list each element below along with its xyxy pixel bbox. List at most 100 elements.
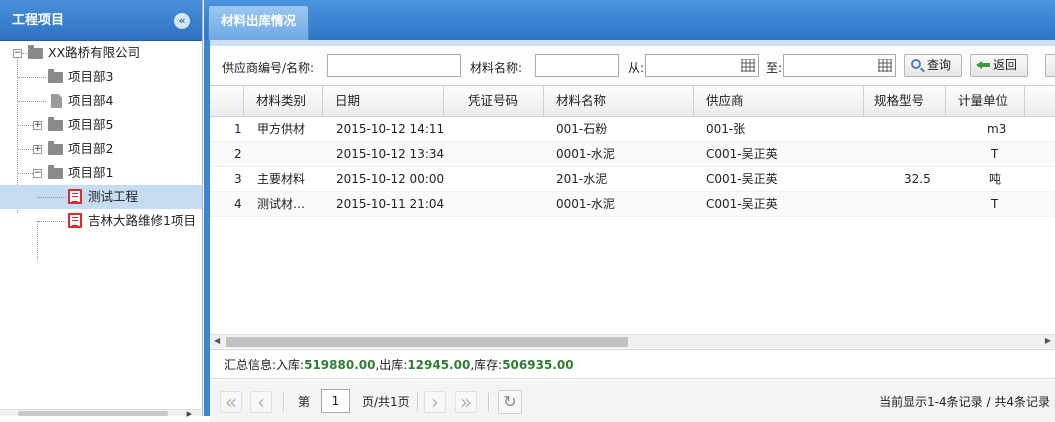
- prev-page-icon[interactable]: ‹: [250, 391, 272, 413]
- calendar-icon[interactable]: [878, 59, 892, 72]
- tree-node-label: 项目部5: [68, 117, 114, 132]
- outbound-grid: 材料类别 日期 凭证号码 材料名称 供应商 规格型号 计量单位 1 甲方供材 2…: [210, 86, 1055, 348]
- folder-icon: [48, 141, 63, 155]
- column-header-spec[interactable]: 规格型号: [864, 86, 946, 116]
- grid-horizontal-scrollbar[interactable]: ◀ ▶: [210, 334, 1055, 348]
- calendar-icon[interactable]: [741, 59, 755, 72]
- summary-prefix: 汇总信息:入库:: [224, 358, 305, 372]
- export-button[interactable]: [1045, 54, 1055, 77]
- date-to-input[interactable]: [783, 54, 896, 77]
- row-number: 2: [234, 147, 242, 161]
- row-number: 1: [234, 122, 242, 136]
- scrollbar-thumb[interactable]: [18, 411, 168, 416]
- tab-content: 供应商编号/名称: 材料名称: 从: 至: 查询 返回 材料类别 日期 凭证号码…: [210, 40, 1055, 422]
- project-tree: − XX路桥有限公司 项目部3 项目部4 + 项目部5 + 项目部2 − 项目部…: [0, 41, 202, 261]
- tree-node-dept1[interactable]: − 项目部1: [0, 161, 202, 185]
- back-button-label: 返回: [993, 58, 1018, 72]
- table-row[interactable]: 2 2015-10-12 13:34 0001-水泥 C001-吴正英 T: [210, 142, 1055, 167]
- search-button[interactable]: 查询: [904, 54, 962, 77]
- summary-bar: 汇总信息:入库:519880.00,出库:12945.00,库存:506935.…: [210, 349, 1055, 379]
- next-page-icon[interactable]: ›: [424, 391, 446, 413]
- scroll-right-icon[interactable]: ▶: [1045, 336, 1051, 345]
- row-number: 4: [234, 197, 242, 211]
- folder-icon: [28, 45, 43, 59]
- column-header-unit[interactable]: 计量单位: [946, 86, 1025, 116]
- back-arrow-icon: [976, 61, 990, 69]
- project-tree-panel: 工程项目 « − XX路桥有限公司 项目部3 项目部4 + 项目部5 + 项目部…: [0, 0, 203, 418]
- cell-unit: 吨: [989, 172, 1002, 186]
- cell-unit: T: [991, 147, 999, 161]
- folder-icon: [48, 117, 63, 131]
- refresh-icon[interactable]: ↻: [498, 390, 522, 414]
- tree-node-label: 吉林大路维修1项目: [88, 213, 196, 228]
- cell-spec: 32.5: [904, 172, 931, 186]
- cell-category: 甲方供材: [257, 122, 306, 136]
- panel-title: 工程项目 «: [0, 0, 202, 41]
- folder-icon: [48, 165, 63, 179]
- date-from-input[interactable]: [645, 54, 759, 77]
- page-total: 页/共1页: [362, 395, 410, 409]
- cell-category: 测试材…: [257, 197, 306, 211]
- tree-node-dept4[interactable]: 项目部4: [0, 89, 202, 113]
- page-number-input[interactable]: 1: [321, 389, 350, 413]
- tab-bar: 材料出库情况: [204, 0, 1055, 40]
- search-button-label: 查询: [927, 58, 952, 72]
- column-header-material[interactable]: 材料名称: [544, 86, 694, 116]
- cell-date: 2015-10-12 13:34: [336, 147, 445, 161]
- material-name-input[interactable]: [535, 54, 619, 77]
- tree-node-dept3[interactable]: 项目部3: [0, 65, 202, 89]
- supplier-input[interactable]: [327, 54, 461, 77]
- tree-node-label: 项目部3: [68, 69, 114, 84]
- summary-stock-value: 506935.00: [502, 358, 574, 372]
- tree-horizontal-scrollbar[interactable]: ▶: [0, 409, 202, 418]
- row-number-header: [210, 86, 244, 116]
- table-row[interactable]: 1 甲方供材 2015-10-12 14:11 001-石粉 001-张 m3: [210, 117, 1055, 142]
- supplier-label: 供应商编号/名称:: [222, 61, 315, 75]
- folder-icon: [48, 69, 63, 83]
- cell-category: [257, 142, 319, 167]
- column-header-category[interactable]: 材料类别: [244, 86, 323, 116]
- filter-toolbar: 供应商编号/名称: 材料名称: 从: 至: 查询 返回: [210, 46, 1055, 86]
- scrollbar-thumb[interactable]: [226, 337, 628, 347]
- tree-node-root[interactable]: − XX路桥有限公司: [0, 41, 202, 65]
- tree-node-dept2[interactable]: + 项目部2: [0, 137, 202, 161]
- summary-out-value: 12945.00: [407, 358, 471, 372]
- collapse-node-icon[interactable]: −: [33, 169, 42, 178]
- expand-node-icon[interactable]: +: [33, 121, 42, 130]
- column-header-date[interactable]: 日期: [323, 86, 444, 116]
- collapse-node-icon[interactable]: −: [13, 49, 22, 58]
- table-row[interactable]: 3 主要材料 2015-10-12 00:00 201-水泥 C001-吴正英 …: [210, 167, 1055, 192]
- column-header-supplier[interactable]: 供应商: [694, 86, 864, 116]
- summary-in-value: 519880.00: [304, 358, 376, 372]
- collapse-icon[interactable]: «: [174, 13, 190, 29]
- cell-unit: m3: [987, 122, 1007, 136]
- row-number: 3: [234, 172, 242, 186]
- grid-header: 材料类别 日期 凭证号码 材料名称 供应商 规格型号 计量单位: [210, 86, 1055, 117]
- project-icon: [68, 189, 82, 204]
- back-button[interactable]: 返回: [970, 54, 1028, 77]
- tree-node-dept5[interactable]: + 项目部5: [0, 113, 202, 137]
- cell-supplier: C001-吴正英: [706, 197, 778, 211]
- tab-material-outbound[interactable]: 材料出库情况: [208, 5, 310, 40]
- cell-category: 主要材料: [257, 172, 306, 186]
- cell-date: 2015-10-12 00:00: [336, 172, 445, 186]
- scroll-right-icon[interactable]: ▶: [187, 410, 192, 418]
- scroll-left-icon[interactable]: ◀: [214, 336, 220, 345]
- last-page-icon[interactable]: »: [455, 391, 477, 413]
- summary-out-label: ,出库:: [375, 358, 408, 372]
- page-prefix: 第: [298, 395, 311, 409]
- first-page-icon[interactable]: «: [220, 391, 242, 413]
- column-header-voucher[interactable]: 凭证号码: [444, 86, 544, 116]
- tree-node-label: XX路桥有限公司: [48, 45, 141, 60]
- record-info: 当前显示1-4条记录 / 共4条记录: [879, 395, 1050, 409]
- table-row[interactable]: 4 测试材… 2015-10-11 21:04 0001-水泥 C001-吴正英…: [210, 192, 1055, 217]
- expand-node-icon[interactable]: +: [33, 145, 42, 154]
- search-icon: [911, 59, 921, 69]
- tree-node-label: 项目部2: [68, 141, 114, 156]
- tree-node-jilin-project[interactable]: 吉林大路维修1项目: [0, 209, 202, 233]
- tree-node-test-project[interactable]: 测试工程: [0, 185, 202, 209]
- main-panel: 材料出库情况 供应商编号/名称: 材料名称: 从: 至: 查询 返回 材料类别 …: [204, 0, 1055, 422]
- project-icon: [68, 213, 82, 228]
- cell-material: 001-石粉: [556, 122, 608, 136]
- summary-stock-label: ,库存:: [470, 358, 503, 372]
